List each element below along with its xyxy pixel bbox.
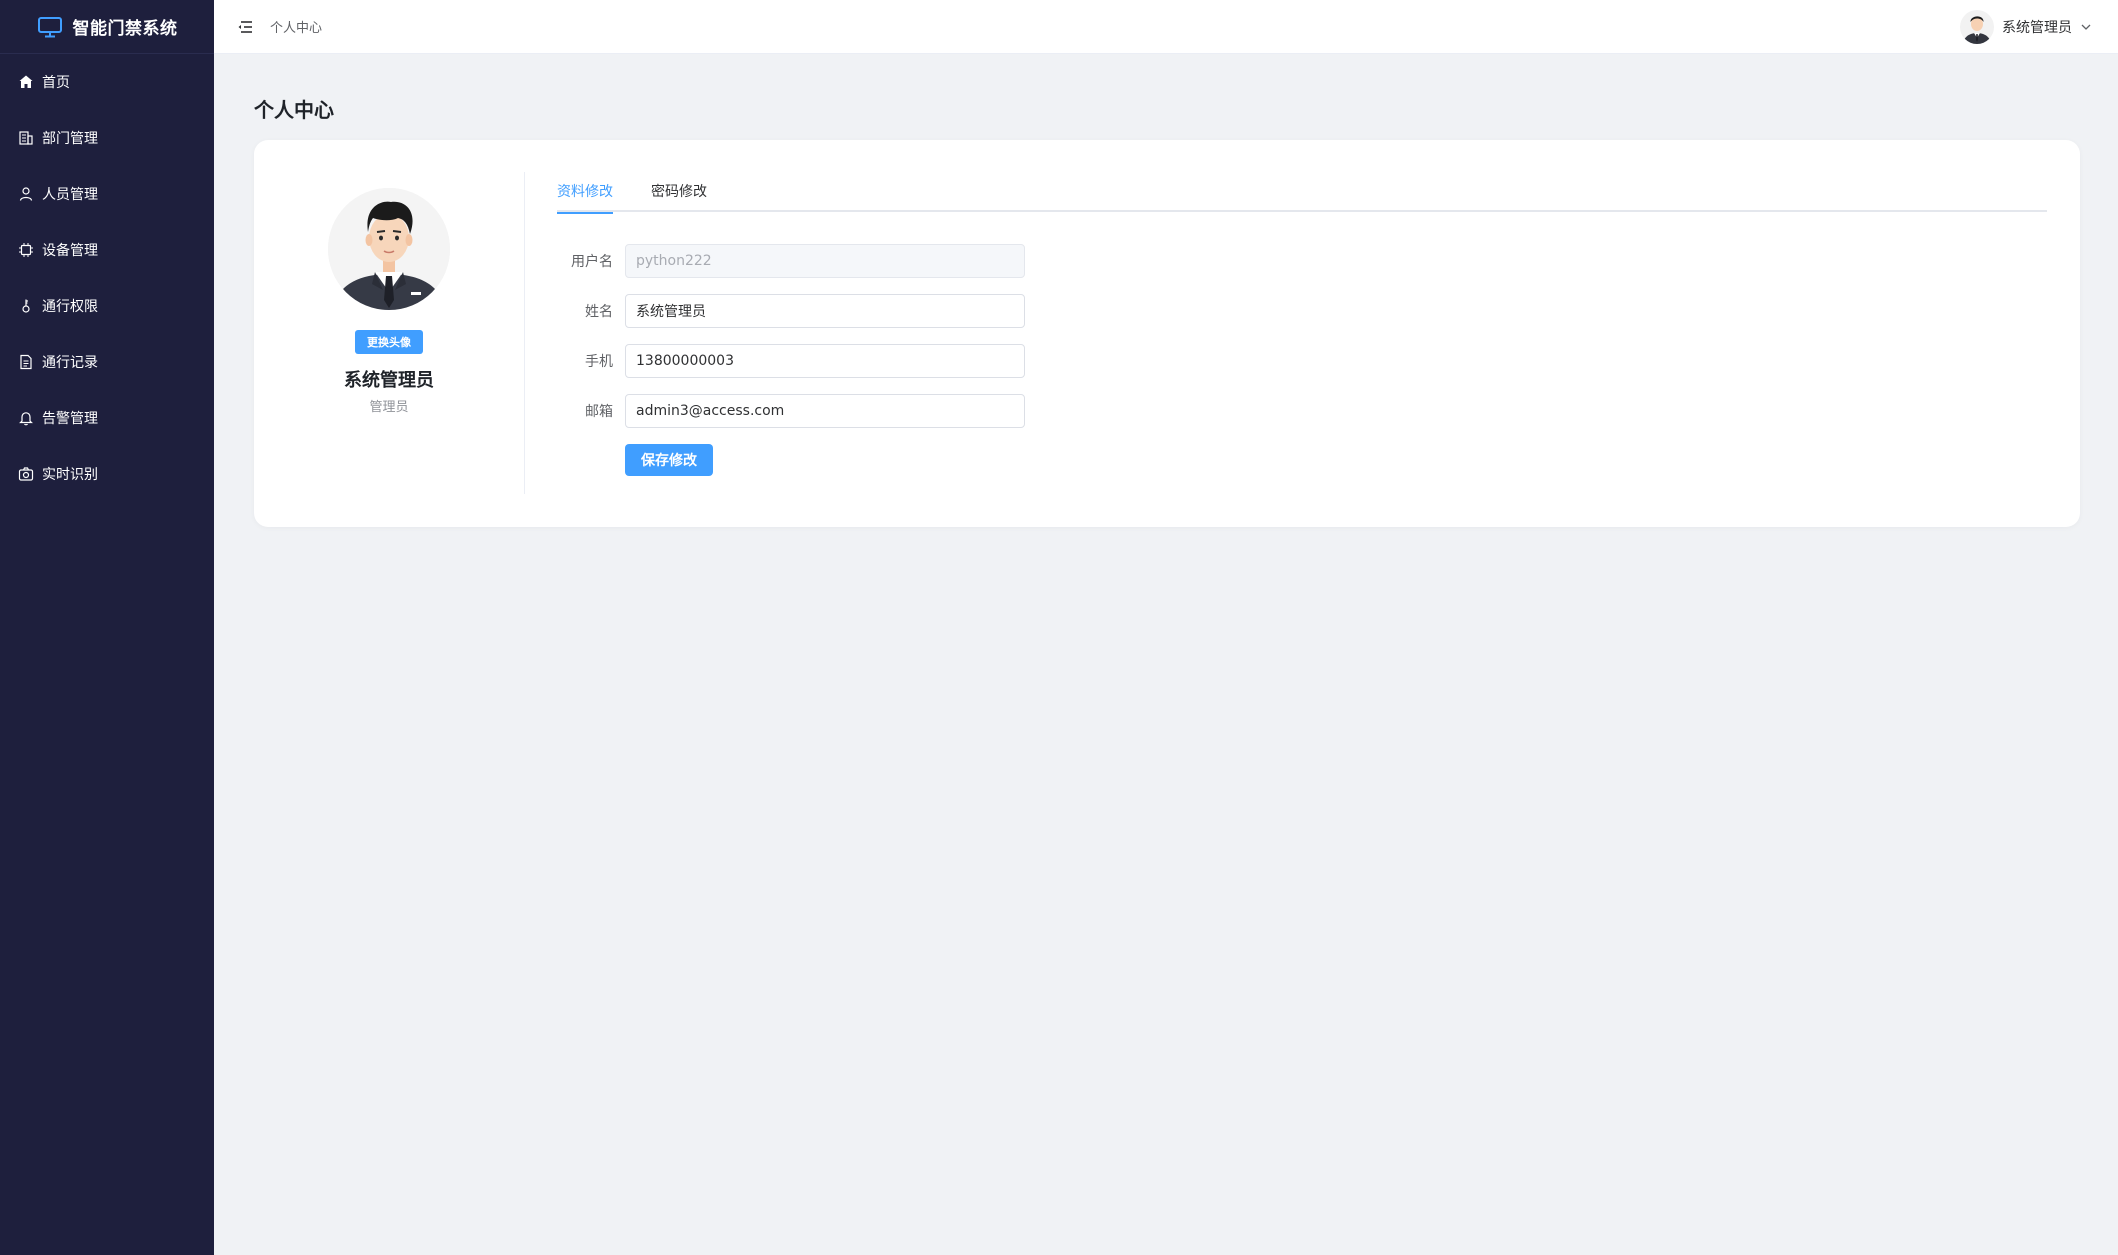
name-label: 姓名 [585, 304, 613, 320]
email-field[interactable] [625, 394, 1025, 428]
sidebar-item-label: 通行记录 [42, 355, 98, 371]
top-header: 个人中心 系统管理员 [214, 0, 2118, 54]
sidebar-item-home[interactable]: 首页 [0, 54, 214, 110]
avatar [1960, 10, 1994, 44]
name-field[interactable] [625, 294, 1025, 328]
phone-label: 手机 [585, 354, 613, 370]
username-label: 用户名 [571, 254, 613, 270]
tab-change-password[interactable]: 密码修改 [651, 178, 707, 212]
home-icon [18, 74, 34, 90]
sidebar-item-access-records[interactable]: 通行记录 [0, 334, 214, 390]
sidebar-item-label: 设备管理 [42, 243, 98, 259]
monitor-icon [37, 16, 62, 37]
form-row-name: 姓名 [557, 294, 1025, 328]
sidebar-item-alarms[interactable]: 告警管理 [0, 390, 214, 446]
sidebar-item-label: 告警管理 [42, 411, 98, 427]
app-title: 智能门禁系统 [72, 19, 178, 39]
sidebar-item-access-permissions[interactable]: 通行权限 [0, 278, 214, 334]
chip-icon [18, 242, 34, 258]
key-icon [18, 298, 34, 314]
phone-field[interactable] [625, 344, 1025, 378]
bell-icon [18, 410, 34, 426]
sidebar-item-label: 人员管理 [42, 187, 98, 203]
vertical-divider [524, 172, 525, 494]
form-row-username: 用户名 [557, 244, 1025, 278]
email-label: 邮箱 [585, 404, 613, 420]
app-logo[interactable]: 智能门禁系统 [0, 0, 214, 54]
profile-tabs: 资料修改 密码修改 [557, 178, 2047, 214]
sidebar-item-label: 首页 [42, 75, 70, 91]
sidebar-item-label: 部门管理 [42, 131, 98, 147]
page-title: 个人中心 [254, 98, 334, 122]
form-row-email: 邮箱 [557, 394, 1025, 428]
save-button[interactable]: 保存修改 [625, 444, 713, 476]
tab-edit-profile[interactable]: 资料修改 [557, 178, 613, 214]
profile-avatar [328, 188, 450, 310]
sidebar-item-label: 通行权限 [42, 299, 98, 315]
sidebar-item-personnel[interactable]: 人员管理 [0, 166, 214, 222]
profile-name: 系统管理员 [344, 370, 434, 391]
user-icon [18, 186, 34, 202]
profile-summary: 更换头像 系统管理员 管理员 [254, 140, 524, 527]
profile-form: 用户名 姓名 手机 邮箱 保存修改 [557, 244, 1025, 476]
username-field[interactable] [625, 244, 1025, 278]
sidebar-item-devices[interactable]: 设备管理 [0, 222, 214, 278]
sidebar-item-label: 实时识别 [42, 467, 98, 483]
form-row-phone: 手机 [557, 344, 1025, 378]
sidebar-menu: 首页 部门管理 人员管理 设备管理 通行权限 通行记录 告警管理 实时识别 [0, 54, 214, 502]
sidebar: 智能门禁系统 首页 部门管理 人员管理 设备管理 通行权限 通行记录 告警管理 … [0, 0, 214, 1255]
document-icon [18, 354, 34, 370]
change-avatar-button[interactable]: 更换头像 [355, 330, 423, 354]
menu-toggle-icon[interactable] [236, 18, 254, 36]
sidebar-item-realtime-recognition[interactable]: 实时识别 [0, 446, 214, 502]
camera-icon [18, 466, 34, 482]
building-icon [18, 130, 34, 146]
sidebar-item-departments[interactable]: 部门管理 [0, 110, 214, 166]
chevron-down-icon [2081, 24, 2091, 30]
profile-role: 管理员 [369, 400, 409, 415]
breadcrumb: 个人中心 [270, 21, 323, 36]
user-name: 系统管理员 [2002, 20, 2072, 36]
user-dropdown[interactable]: 系统管理员 [1960, 0, 2092, 54]
profile-card: 更换头像 系统管理员 管理员 资料修改 密码修改 用户名 姓名 手机 邮箱 保存… [254, 140, 2080, 527]
